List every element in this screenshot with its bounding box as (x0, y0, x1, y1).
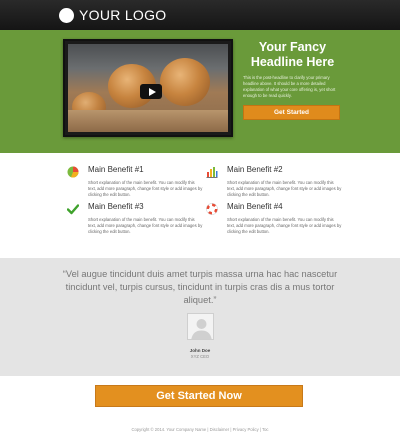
benefit-text: Short explanation of the main benefit. Y… (227, 217, 342, 234)
footer-links[interactable]: Copyright © 2014. Your Company Name | Di… (0, 427, 400, 432)
testimonial-name: John Doe (189, 348, 211, 353)
hero-headline: Your Fancy Headline Here (250, 40, 335, 69)
checkmark-icon (66, 202, 80, 215)
avatar (187, 313, 214, 340)
benefit-title: Main Benefit #1 (88, 165, 144, 174)
lifebuoy-icon (206, 202, 218, 215)
video-player[interactable] (63, 39, 233, 137)
pie-chart-icon (67, 165, 79, 178)
benefit-title: Main Benefit #3 (88, 202, 144, 211)
hero-subtext: This is the post-headline to clarify you… (243, 75, 336, 98)
logo-text: YOUR LOGO (79, 7, 167, 23)
benefit-text: Short explanation of the main benefit. Y… (88, 180, 203, 197)
benefit-title: Main Benefit #4 (227, 202, 283, 211)
benefit-text: Short explanation of the main benefit. Y… (88, 217, 203, 234)
benefit-title: Main Benefit #2 (227, 165, 283, 174)
play-icon[interactable] (140, 84, 162, 99)
person-silhouette-icon (188, 314, 213, 339)
tray-image (68, 110, 228, 132)
logo-circle-icon (59, 7, 74, 23)
testimonial-quote: “Vel augue tincidunt duis amet turpis ma… (62, 269, 338, 305)
benefit-text: Short explanation of the main benefit. Y… (227, 180, 342, 197)
video-thumbnail (68, 44, 228, 132)
get-started-now-button[interactable]: Get Started Now (95, 385, 303, 407)
get-started-button[interactable]: Get Started (243, 105, 340, 120)
logo[interactable]: YOUR LOGO (59, 5, 167, 25)
testimonial-title: XYZ CEO (190, 354, 210, 359)
bar-chart-icon (206, 165, 218, 178)
top-bar: YOUR LOGO (0, 0, 400, 30)
pastry-image (160, 58, 210, 106)
